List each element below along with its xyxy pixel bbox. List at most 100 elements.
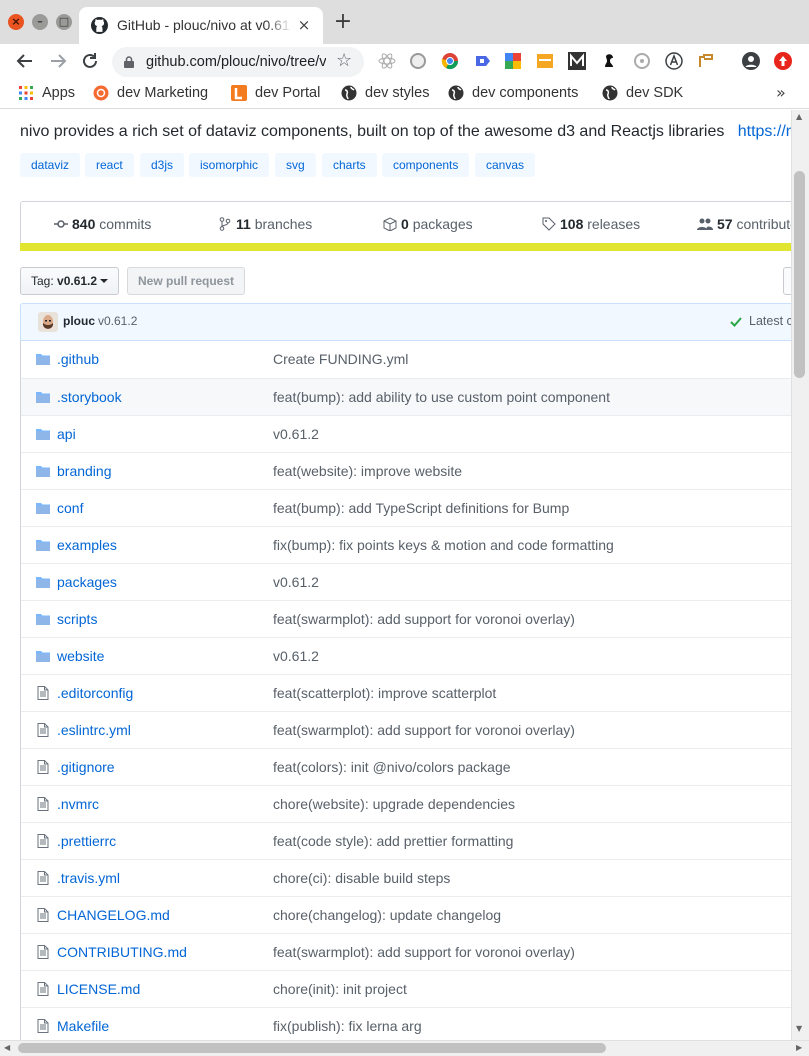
table-row[interactable]: examples fix(bump): fix points keys & mot… [21,526,791,563]
topic-tag[interactable]: charts [322,153,377,177]
file-commit-message-link[interactable]: feat(swarmplot): add support for voronoi… [273,722,575,738]
file-commit-message-link[interactable]: v0.61.2 [273,426,319,442]
address-bar[interactable]: github.com/plouc/nivo/tree/v0.61.2 ☆ [112,47,364,77]
file-name-link[interactable]: CHANGELOG.md [57,907,170,923]
update-alert-icon[interactable] [774,52,792,70]
url-text[interactable]: github.com/plouc/nivo/tree/v0.61.2 [146,54,326,70]
file-commit-message-link[interactable]: chore(init): init project [273,981,407,997]
file-commit-message-link[interactable]: v0.61.2 [273,648,319,664]
file-name-link[interactable]: conf [57,500,83,516]
contributors-stat[interactable]: 57 contributors [697,216,791,232]
ruler-extension-icon[interactable] [697,52,715,70]
google-extension-icon[interactable] [504,52,522,70]
branches-stat[interactable]: 11 branches [218,216,312,232]
table-row[interactable]: LICENSE.md chore(init): init project [21,970,791,1007]
browser-tab-active[interactable]: GitHub - plouc/nivo at v0.61.2 × [79,7,323,44]
file-name-link[interactable]: website [57,648,104,664]
table-row[interactable]: conf feat(bump): add TypeScript definitio… [21,489,791,526]
file-name-link[interactable]: .eslintrc.yml [57,722,131,738]
scroll-down-arrow-icon[interactable]: ▼ [796,1024,802,1033]
reload-icon[interactable] [79,50,101,72]
accessibility-extension-icon[interactable] [665,52,683,70]
file-name-link[interactable]: examples [57,537,117,553]
file-commit-message-link[interactable]: chore(changelog): update changelog [273,907,501,923]
create-file-button[interactable] [783,267,791,295]
file-commit-message-link[interactable]: Create FUNDING.yml [273,351,408,367]
chrome-extension-icon[interactable] [441,52,459,70]
file-commit-message-link[interactable]: feat(colors): init @nivo/colors package [273,759,511,775]
settings-extension-icon[interactable] [633,52,651,70]
window-extension-icon[interactable] [536,52,554,70]
commit-message-link[interactable]: v0.61.2 [98,314,137,328]
topic-tag[interactable]: dataviz [20,153,81,177]
topic-tag[interactable]: d3js [140,153,185,177]
bookmark-star-icon[interactable]: ☆ [336,51,356,71]
scroll-right-arrow-icon[interactable]: ▶ [796,1043,802,1052]
file-name-link[interactable]: .prettierrc [57,833,116,849]
window-minimize-button[interactable]: – [32,14,48,30]
window-close-button[interactable]: × [8,14,24,30]
table-row[interactable]: CHANGELOG.md chore(changelog): update cha… [21,896,791,933]
table-row[interactable]: .gitignore feat(colors): init @nivo/color… [21,748,791,785]
table-row[interactable]: CONTRIBUTING.md feat(swarmplot): add supp… [21,933,791,970]
tag-extension-icon[interactable] [473,52,491,70]
table-row[interactable]: .eslintrc.yml feat(swarmplot): add suppor… [21,711,791,748]
topic-tag[interactable]: isomorphic [189,153,270,177]
vertical-scroll-thumb[interactable] [794,171,805,378]
file-name-link[interactable]: CONTRIBUTING.md [57,944,187,960]
file-name-link[interactable]: .travis.yml [57,870,120,886]
table-row[interactable]: .editorconfig feat(scatterplot): improve … [21,674,791,711]
file-name-link[interactable]: LICENSE.md [57,981,140,997]
table-row[interactable]: .travis.yml chore(ci): disable build step… [21,859,791,896]
file-name-link[interactable]: branding [57,463,112,479]
scroll-left-arrow-icon[interactable]: ◀ [4,1043,10,1052]
tab-close-icon[interactable]: × [295,16,313,34]
file-commit-message-link[interactable]: feat(scatterplot): improve scatterplot [273,685,496,701]
file-name-link[interactable]: .editorconfig [57,685,133,701]
table-row[interactable]: branding feat(website): improve website [21,452,791,489]
file-commit-message-link[interactable]: chore(ci): disable build steps [273,870,450,886]
table-row[interactable]: .prettierrc feat(code style): add prettie… [21,822,791,859]
scroll-up-arrow-icon[interactable]: ▲ [796,112,802,121]
packages-stat[interactable]: 0 packages [383,216,473,232]
table-row[interactable]: .storybook feat(bump): add ability to use… [21,378,791,415]
window-maximize-button[interactable]: □ [56,14,72,30]
commit-author-link[interactable]: plouc [63,314,95,328]
topic-tag[interactable]: react [85,153,134,177]
medium-extension-icon[interactable] [568,52,586,70]
file-commit-message-link[interactable]: feat(website): improve website [273,463,462,479]
table-row[interactable]: .nvmrc chore(website): upgrade dependenci… [21,785,791,822]
horizontal-scroll-thumb[interactable] [18,1043,606,1053]
file-name-link[interactable]: packages [57,574,117,590]
file-commit-message-link[interactable]: feat(bump): add TypeScript definitions f… [273,500,569,516]
file-commit-message-link[interactable]: v0.61.2 [273,574,319,590]
topic-tag[interactable]: canvas [475,153,536,177]
table-row[interactable]: website v0.61.2 [21,637,791,674]
branch-select-button[interactable]: Tag: v0.61.2 [20,267,119,295]
horizontal-scrollbar[interactable]: ◀ ▶ [0,1040,809,1056]
table-row[interactable]: Makefile fix(publish): fix lerna arg [21,1007,791,1040]
avatar[interactable] [38,312,58,332]
check-icon[interactable] [729,315,743,329]
topic-tag[interactable]: svg [275,153,316,177]
file-commit-message-link[interactable]: feat(code style): add prettier formattin… [273,833,513,849]
forward-arrow-icon[interactable] [47,50,69,72]
file-commit-message-link[interactable]: feat(swarmplot): add support for voronoi… [273,944,575,960]
file-commit-message-link[interactable]: feat(bump): add ability to use custom po… [273,389,610,405]
back-arrow-icon[interactable] [14,50,36,72]
bookmarks-overflow-chevron-icon[interactable]: » [776,83,786,102]
file-name-link[interactable]: .nvmrc [57,796,99,812]
file-name-link[interactable]: api [57,426,76,442]
vertical-scrollbar[interactable]: ▲ ▼ [791,110,809,1041]
commits-stat[interactable]: 840 commits [54,216,151,232]
file-name-link[interactable]: scripts [57,611,97,627]
react-devtools-icon[interactable] [378,52,396,70]
gnome-extension-icon[interactable] [600,52,618,70]
table-row[interactable]: packages v0.61.2 [21,563,791,600]
file-name-link[interactable]: .github [57,351,99,367]
topic-tag[interactable]: components [382,153,470,177]
file-name-link[interactable]: .storybook [57,389,122,405]
repo-homepage-link[interactable]: https://nivo.rocks [738,123,791,140]
new-pull-request-button[interactable]: New pull request [127,267,245,295]
new-tab-button[interactable]: + [332,11,354,34]
